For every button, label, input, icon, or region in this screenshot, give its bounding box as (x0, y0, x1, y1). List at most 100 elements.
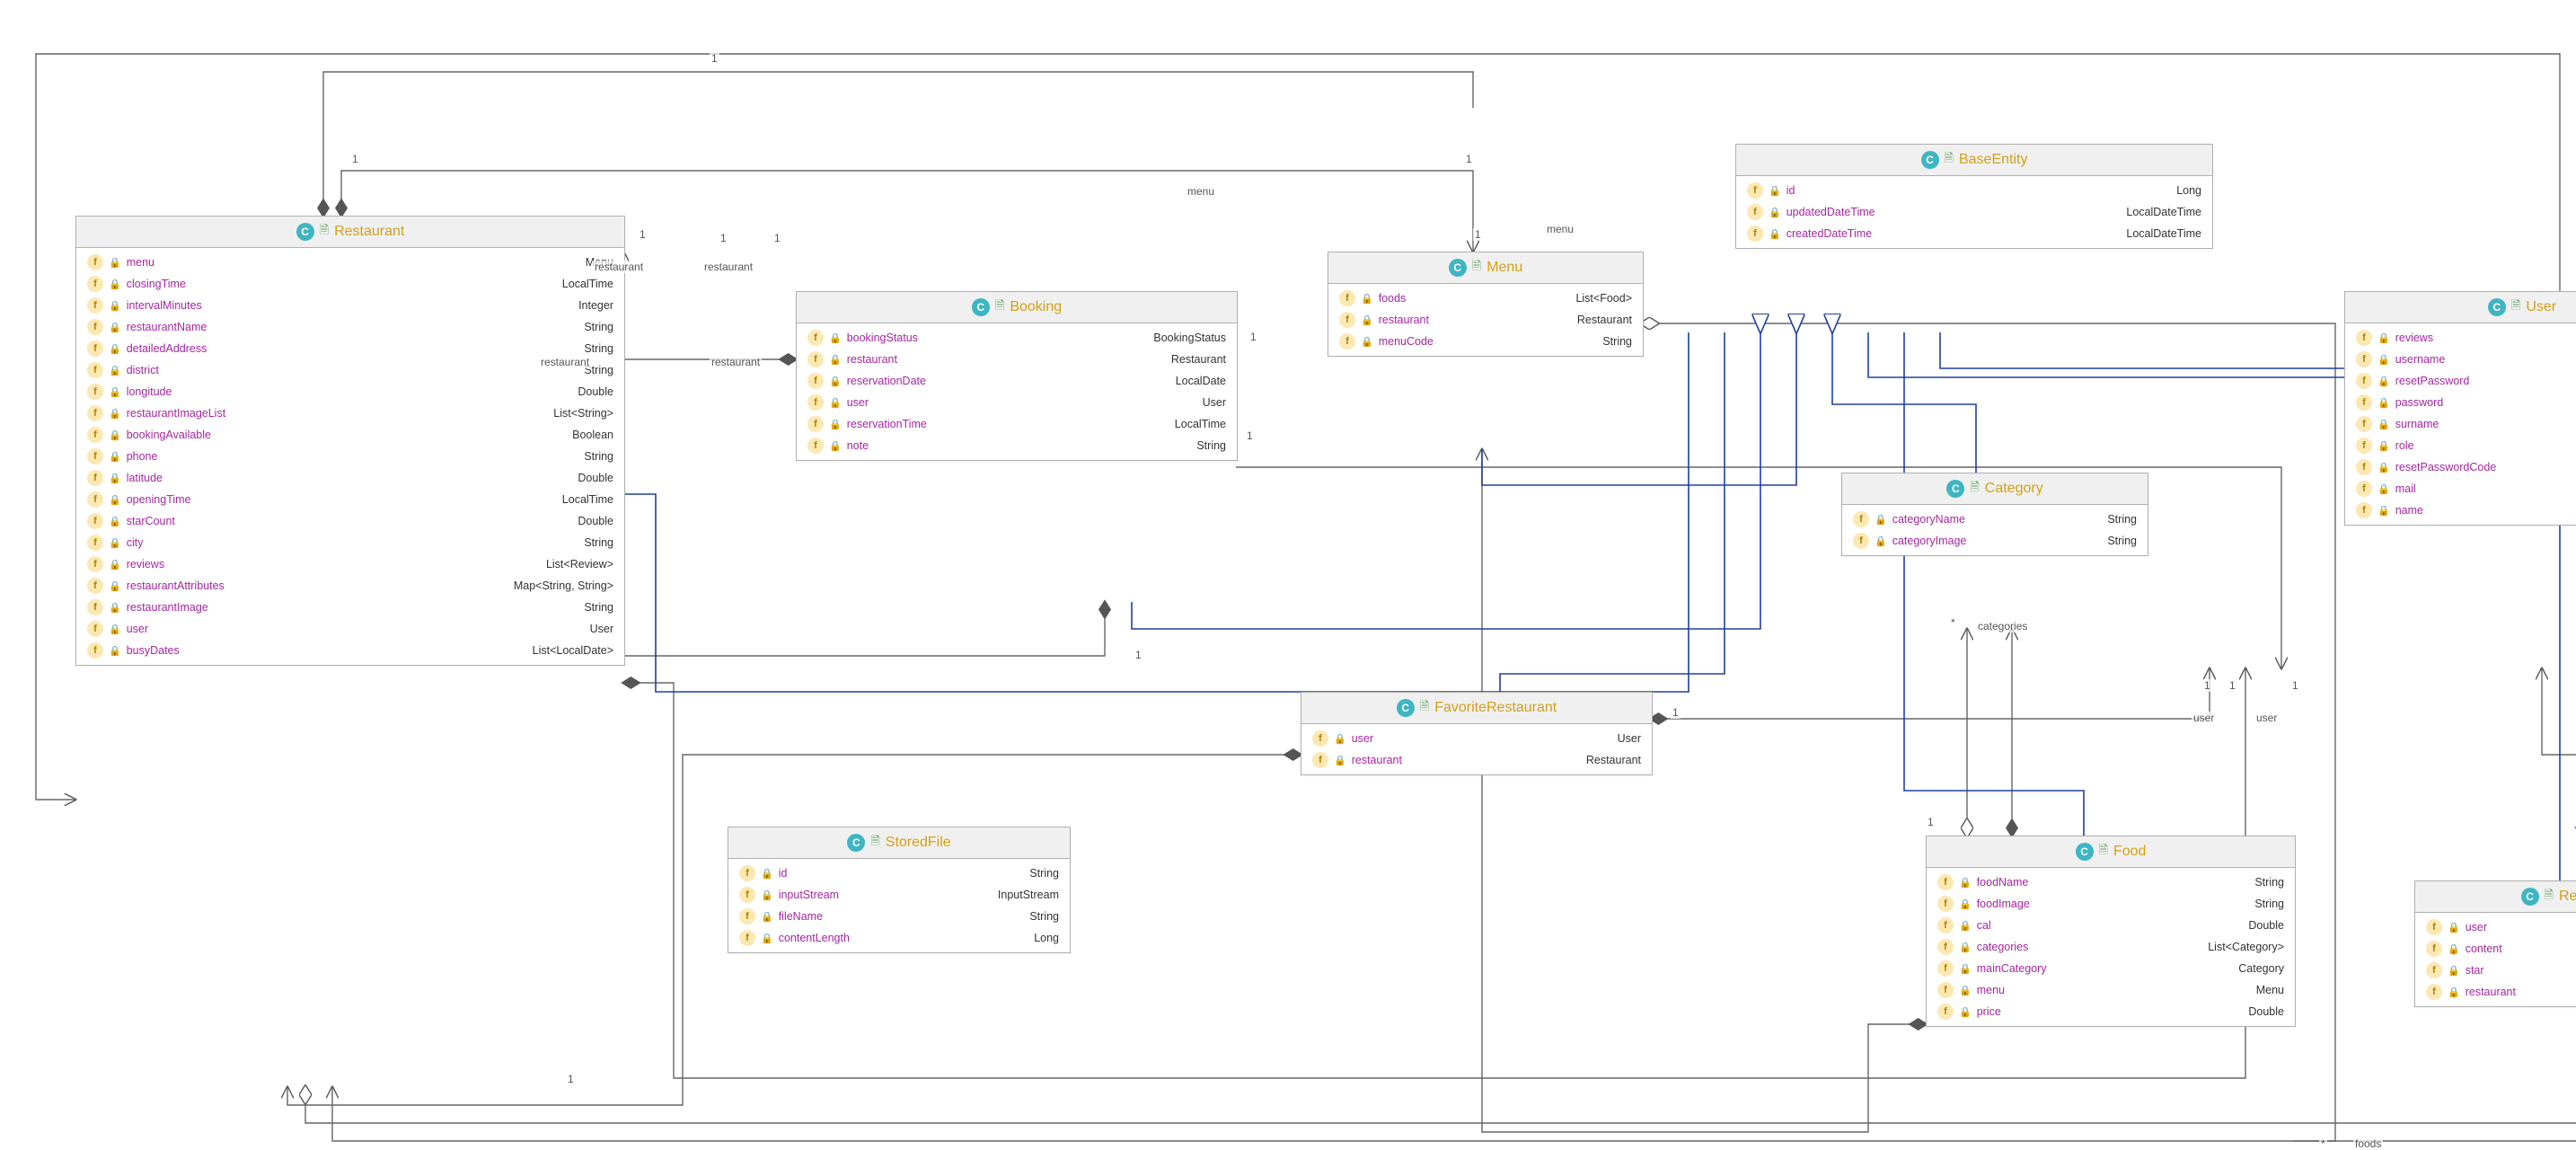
field-row[interactable]: f🔒foodImageString (1927, 893, 2295, 915)
field-row[interactable]: f🔒fileNameString (728, 906, 1070, 927)
field-row[interactable]: f🔒phoneString (76, 446, 624, 467)
field-row[interactable]: f🔒categoriesList<Category> (1927, 936, 2295, 958)
field-row[interactable]: f🔒userUser (2415, 916, 2576, 938)
field-row[interactable]: f🔒closingTimeLocalTime (76, 273, 624, 295)
field-row[interactable]: f🔒menuCodeString (1328, 331, 1643, 352)
field-row[interactable]: f🔒restaurantImageListList<String> (76, 402, 624, 424)
class-menu[interactable]: C🗎Menuf🔒foodsList<Food>f🔒restaurantResta… (1328, 252, 1644, 357)
lock-icon: 🔒 (109, 624, 121, 635)
field-row[interactable]: f🔒noteString (797, 435, 1237, 456)
lock-icon: 🔒 (109, 343, 121, 355)
field-row[interactable]: f🔒restaurantAttributesMap<String, String… (76, 575, 624, 597)
class-icon: C (2488, 298, 2506, 316)
field-row[interactable]: f🔒bookingAvailableBoolean (76, 424, 624, 446)
field-row[interactable]: f🔒categoryNameString (1842, 509, 2148, 530)
field-row[interactable]: f🔒bookingStatusBookingStatus (797, 327, 1237, 349)
class-user[interactable]: C🗎Userf🔒reviewsList<Review>f🔒usernameStr… (2344, 291, 2576, 526)
field-row[interactable]: f🔒longitudeDouble (76, 381, 624, 402)
relation-label: 1 (2202, 679, 2212, 692)
field-row[interactable]: f🔒starint (2415, 960, 2576, 981)
field-icon: f (87, 384, 103, 400)
field-row[interactable]: f🔒nameString (2345, 500, 2576, 521)
field-row[interactable]: f🔒resetPasswordCodeInteger (2345, 456, 2576, 478)
field-row[interactable]: f🔒updatedDateTimeLocalDateTime (1736, 201, 2212, 223)
class-food[interactable]: C🗎Foodf🔒foodNameStringf🔒foodImageStringf… (1926, 836, 2296, 1027)
class-header: C🗎User (2345, 292, 2576, 323)
field-name: resetPasswordCode (2395, 461, 2497, 473)
field-type: LocalDate (1176, 375, 1226, 387)
field-row[interactable]: f🔒surnameString (2345, 413, 2576, 435)
field-row[interactable]: f🔒restaurantNameString (76, 316, 624, 338)
class-review[interactable]: C🗎Reviewf🔒userUserf🔒contentStringf🔒stari… (2414, 880, 2576, 1007)
field-row[interactable]: f🔒foodNameString (1927, 871, 2295, 893)
class-name: Category (1985, 481, 2043, 497)
field-row[interactable]: f🔒passwordString (2345, 392, 2576, 413)
field-row[interactable]: f🔒reservationTimeLocalTime (797, 413, 1237, 435)
field-row[interactable]: f🔒calDouble (1927, 915, 2295, 936)
field-row[interactable]: f🔒idString (728, 862, 1070, 884)
field-icon: f (1937, 1004, 1954, 1020)
field-name: busyDates (127, 644, 180, 657)
class-favoriterestaurant[interactable]: C🗎FavoriteRestaurantf🔒userUserf🔒restaura… (1301, 692, 1653, 775)
field-row[interactable]: f🔒restaurantRestaurant (1328, 309, 1643, 331)
field-row[interactable]: f🔒userUser (76, 618, 624, 640)
field-row[interactable]: f🔒idLong (1736, 180, 2212, 201)
field-row[interactable]: f🔒resetPasswordboolean (2345, 370, 2576, 392)
field-row[interactable]: f🔒latitudeDouble (76, 467, 624, 489)
field-row[interactable]: f🔒reviewsList<Review> (2345, 327, 2576, 349)
class-restaurant[interactable]: C🗎Restaurantf🔒menuMenuf🔒closingTimeLocal… (75, 216, 625, 666)
field-row[interactable]: f🔒contentString (2415, 938, 2576, 960)
class-category[interactable]: C🗎Categoryf🔒categoryNameStringf🔒category… (1841, 473, 2148, 556)
field-row[interactable]: f🔒busyDatesList<LocalDate> (76, 640, 624, 661)
field-name: menu (1977, 984, 2005, 996)
lock-icon: 🔒 (109, 365, 121, 376)
field-row[interactable]: f🔒reservationDateLocalDate (797, 370, 1237, 392)
lock-icon: 🔒 (829, 332, 842, 344)
field-row[interactable]: f🔒userUser (1301, 728, 1652, 749)
field-row[interactable]: f🔒restaurantRestaurant (797, 349, 1237, 370)
field-row[interactable]: f🔒usernameString (2345, 349, 2576, 370)
field-row[interactable]: f🔒roleRole (2345, 435, 2576, 456)
field-type: User (1203, 396, 1226, 409)
field-row[interactable]: f🔒createdDateTimeLocalDateTime (1736, 223, 2212, 244)
field-icon: f (1853, 533, 1869, 549)
field-name: restaurantName (127, 321, 207, 333)
field-icon: f (1937, 874, 1954, 890)
relation-label: 1 (350, 153, 360, 165)
field-row[interactable]: f🔒reviewsList<Review> (76, 553, 624, 575)
field-name: categoryName (1892, 513, 1965, 526)
field-row[interactable]: f🔒priceDouble (1927, 1001, 2295, 1022)
class-baseentity[interactable]: C🗎BaseEntityf🔒idLongf🔒updatedDateTimeLoc… (1735, 144, 2213, 249)
lock-icon: 🔒 (1959, 920, 1972, 932)
field-name: user (127, 623, 148, 635)
field-row[interactable]: f🔒restaurantRestaurant (1301, 749, 1652, 771)
lock-icon: 🔒 (761, 933, 773, 944)
field-type: String (1602, 335, 1632, 348)
relation-label: 1 (1473, 228, 1483, 241)
field-row[interactable]: f🔒contentLengthLong (728, 927, 1070, 949)
lock-icon: 🔒 (829, 397, 842, 409)
field-row[interactable]: f🔒intervalMinutesInteger (76, 295, 624, 316)
field-type: String (584, 342, 613, 355)
package-icon: 🗎 (2511, 297, 2520, 317)
field-row[interactable]: f🔒restaurantRestaurant (2415, 981, 2576, 1003)
field-name: inputStream (779, 889, 839, 901)
lock-icon: 🔒 (109, 257, 121, 269)
field-row[interactable]: f🔒foodsList<Food> (1328, 288, 1643, 309)
lock-icon: 🔒 (109, 408, 121, 420)
field-row[interactable]: f🔒restaurantImageString (76, 597, 624, 618)
field-row[interactable]: f🔒inputStreamInputStream (728, 884, 1070, 906)
field-row[interactable]: f🔒userUser (797, 392, 1237, 413)
field-row[interactable]: f🔒mainCategoryCategory (1927, 958, 2295, 979)
field-row[interactable]: f🔒menuMenu (1927, 979, 2295, 1001)
field-row[interactable]: f🔒categoryImageString (1842, 530, 2148, 552)
field-row[interactable]: f🔒cityString (76, 532, 624, 553)
class-booking[interactable]: C🗎Bookingf🔒bookingStatusBookingStatusf🔒r… (796, 291, 1238, 461)
lock-icon: 🔒 (1959, 963, 1972, 975)
relation-label: 1 (772, 232, 782, 244)
field-row[interactable]: f🔒openingTimeLocalTime (76, 489, 624, 510)
field-row[interactable]: f🔒starCountDouble (76, 510, 624, 532)
field-row[interactable]: f🔒menuMenu (76, 252, 624, 273)
field-row[interactable]: f🔒mailString (2345, 478, 2576, 500)
class-storedfile[interactable]: C🗎StoredFilef🔒idStringf🔒inputStreamInput… (728, 827, 1071, 953)
